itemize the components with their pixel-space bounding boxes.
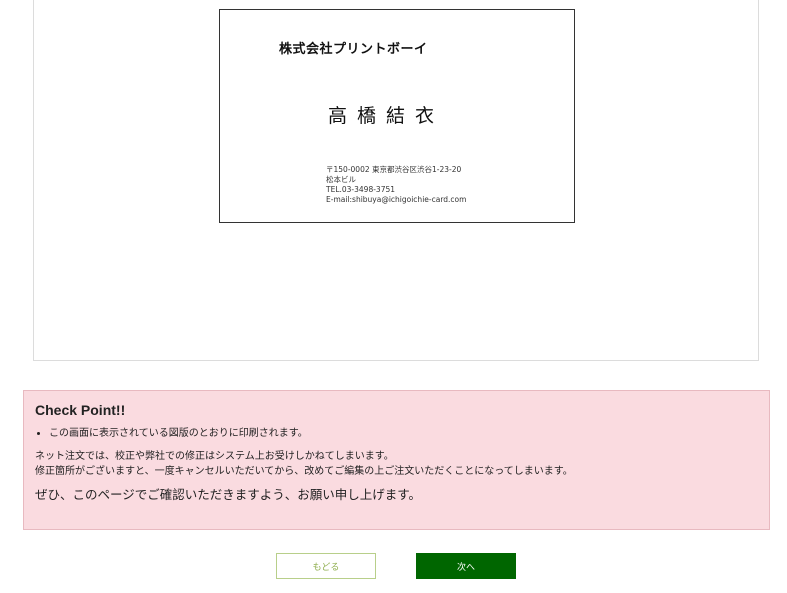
business-card-preview: 株式会社プリントボーイ 高橋結衣 〒150-0002 東京都渋谷区渋谷1-23-… (219, 9, 575, 223)
card-address-line: TEL.03-3498-3751 (326, 185, 396, 194)
card-address-line: 松本ビル (326, 175, 356, 184)
checkpoint-note-line: 修正箇所がございますと、一度キャンセルいただいてから、改めてご編集の上ご注文いた… (35, 466, 573, 477)
checkpoint-note-line: ネット注文では、校正や弊社での修正はシステム上お受けしかねてしまいます。 (35, 451, 394, 462)
card-company-name: 株式会社プリントボーイ (279, 42, 428, 57)
card-address-line: 〒150-0002 東京都渋谷区渋谷1-23-20 (326, 165, 462, 174)
checkpoint-bullet: この画面に表示されている図版のとおりに印刷されます。 (49, 427, 758, 441)
checkpoint-notice: Check Point!! この画面に表示されている図版のとおりに印刷されます。… (23, 390, 770, 530)
next-button[interactable]: 次へ (416, 553, 516, 579)
checkpoint-title: Check Point!! (35, 402, 126, 418)
card-address-line: E-mail:shibuya@ichigoichie-card.com (326, 195, 467, 204)
checkpoint-emphasis: ぜひ、このページでご確認いただきますよう、お願い申し上げます。 (35, 487, 422, 502)
card-preview-frame: 株式会社プリントボーイ 高橋結衣 〒150-0002 東京都渋谷区渋谷1-23-… (33, 0, 759, 361)
checkpoint-note: ネット注文では、校正や弊社での修正はシステム上お受けしかねてしまいます。 修正箇… (35, 449, 758, 479)
card-address-block: 〒150-0002 東京都渋谷区渋谷1-23-20 松本ビル TEL.03-34… (326, 165, 466, 205)
checkpoint-bullet-list: この画面に表示されている図版のとおりに印刷されます。 (35, 427, 758, 441)
card-person-name: 高橋結衣 (328, 105, 445, 127)
back-button[interactable]: もどる (276, 553, 376, 579)
